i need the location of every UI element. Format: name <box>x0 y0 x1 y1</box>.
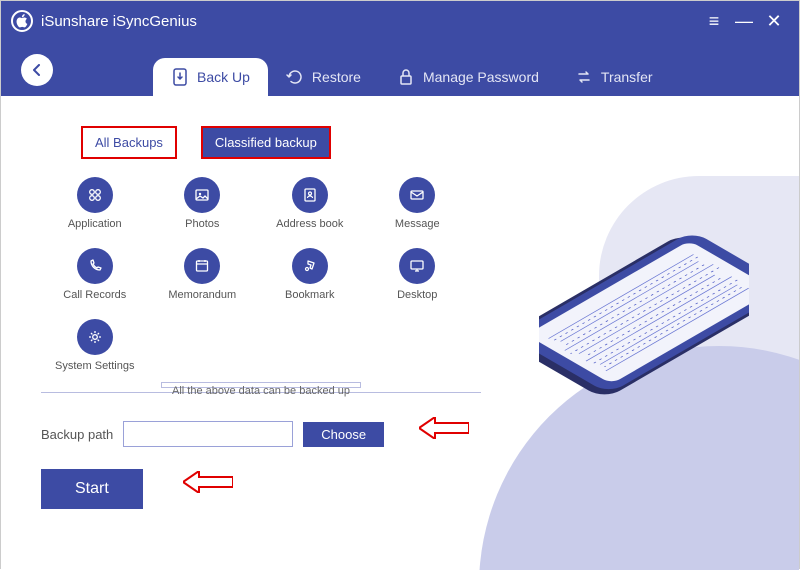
apps-icon <box>77 177 113 213</box>
bookmark-icon <box>292 248 328 284</box>
category-label: System Settings <box>55 360 134 372</box>
category-label: Desktop <box>397 289 437 301</box>
category-label: Message <box>395 218 440 230</box>
close-icon[interactable]: ✕ <box>759 11 789 32</box>
category-grid: Application Photos Address book Message … <box>41 177 471 372</box>
transfer-icon <box>575 68 593 86</box>
calendar-icon <box>184 248 220 284</box>
category-message[interactable]: Message <box>364 177 472 230</box>
category-address-book[interactable]: Address book <box>256 177 364 230</box>
subtab-classified-backup[interactable]: Classified backup <box>201 126 331 159</box>
category-label: Memorandum <box>168 289 236 301</box>
category-bookmark[interactable]: Bookmark <box>256 248 364 301</box>
tab-transfer-label: Transfer <box>601 69 653 85</box>
back-button[interactable] <box>21 54 53 86</box>
tab-transfer[interactable]: Transfer <box>557 58 671 96</box>
main-area: All Backups Classified backup Applicatio… <box>1 96 799 570</box>
title-bar: iSunshare iSyncGenius ≡ — ✕ <box>1 1 799 41</box>
tab-restore[interactable]: Restore <box>268 58 379 96</box>
tab-manage-password-label: Manage Password <box>423 69 539 85</box>
tab-restore-label: Restore <box>312 69 361 85</box>
contacts-icon <box>292 177 328 213</box>
choose-button[interactable]: Choose <box>303 422 384 447</box>
tab-manage-password[interactable]: Manage Password <box>379 58 557 96</box>
category-system-settings[interactable]: System Settings <box>41 319 149 372</box>
tab-backup[interactable]: Back Up <box>153 58 268 96</box>
backup-path-input[interactable] <box>123 421 293 447</box>
backup-icon <box>171 68 189 86</box>
category-label: Bookmark <box>285 289 335 301</box>
photos-icon <box>184 177 220 213</box>
category-call-records[interactable]: Call Records <box>41 248 149 301</box>
app-title: iSunshare iSyncGenius <box>41 13 197 30</box>
minimize-icon[interactable]: — <box>729 11 759 32</box>
category-label: Call Records <box>63 289 126 301</box>
category-label: Address book <box>276 218 343 230</box>
category-photos[interactable]: Photos <box>149 177 257 230</box>
desktop-icon <box>399 248 435 284</box>
app-logo-icon <box>11 10 33 32</box>
category-desktop[interactable]: Desktop <box>364 248 472 301</box>
backup-path-row: Backup path Choose <box>41 421 759 447</box>
tab-backup-label: Back Up <box>197 69 250 85</box>
menu-icon[interactable]: ≡ <box>699 11 729 32</box>
restore-icon <box>286 68 304 86</box>
lock-icon <box>397 68 415 86</box>
start-button[interactable]: Start <box>41 469 143 509</box>
category-label: Photos <box>185 218 219 230</box>
subtab-all-backups[interactable]: All Backups <box>81 126 177 159</box>
nav-bar: Back Up Restore Manage Password Transfer <box>1 41 799 96</box>
category-application[interactable]: Application <box>41 177 149 230</box>
message-icon <box>399 177 435 213</box>
divider: All the above data can be backed up <box>41 392 481 393</box>
subtabs: All Backups Classified backup <box>81 126 759 159</box>
backup-path-label: Backup path <box>41 427 113 442</box>
phone-icon <box>77 248 113 284</box>
divider-note: All the above data can be backed up <box>161 382 361 388</box>
category-memorandum[interactable]: Memorandum <box>149 248 257 301</box>
category-label: Application <box>68 218 122 230</box>
gear-icon <box>77 319 113 355</box>
